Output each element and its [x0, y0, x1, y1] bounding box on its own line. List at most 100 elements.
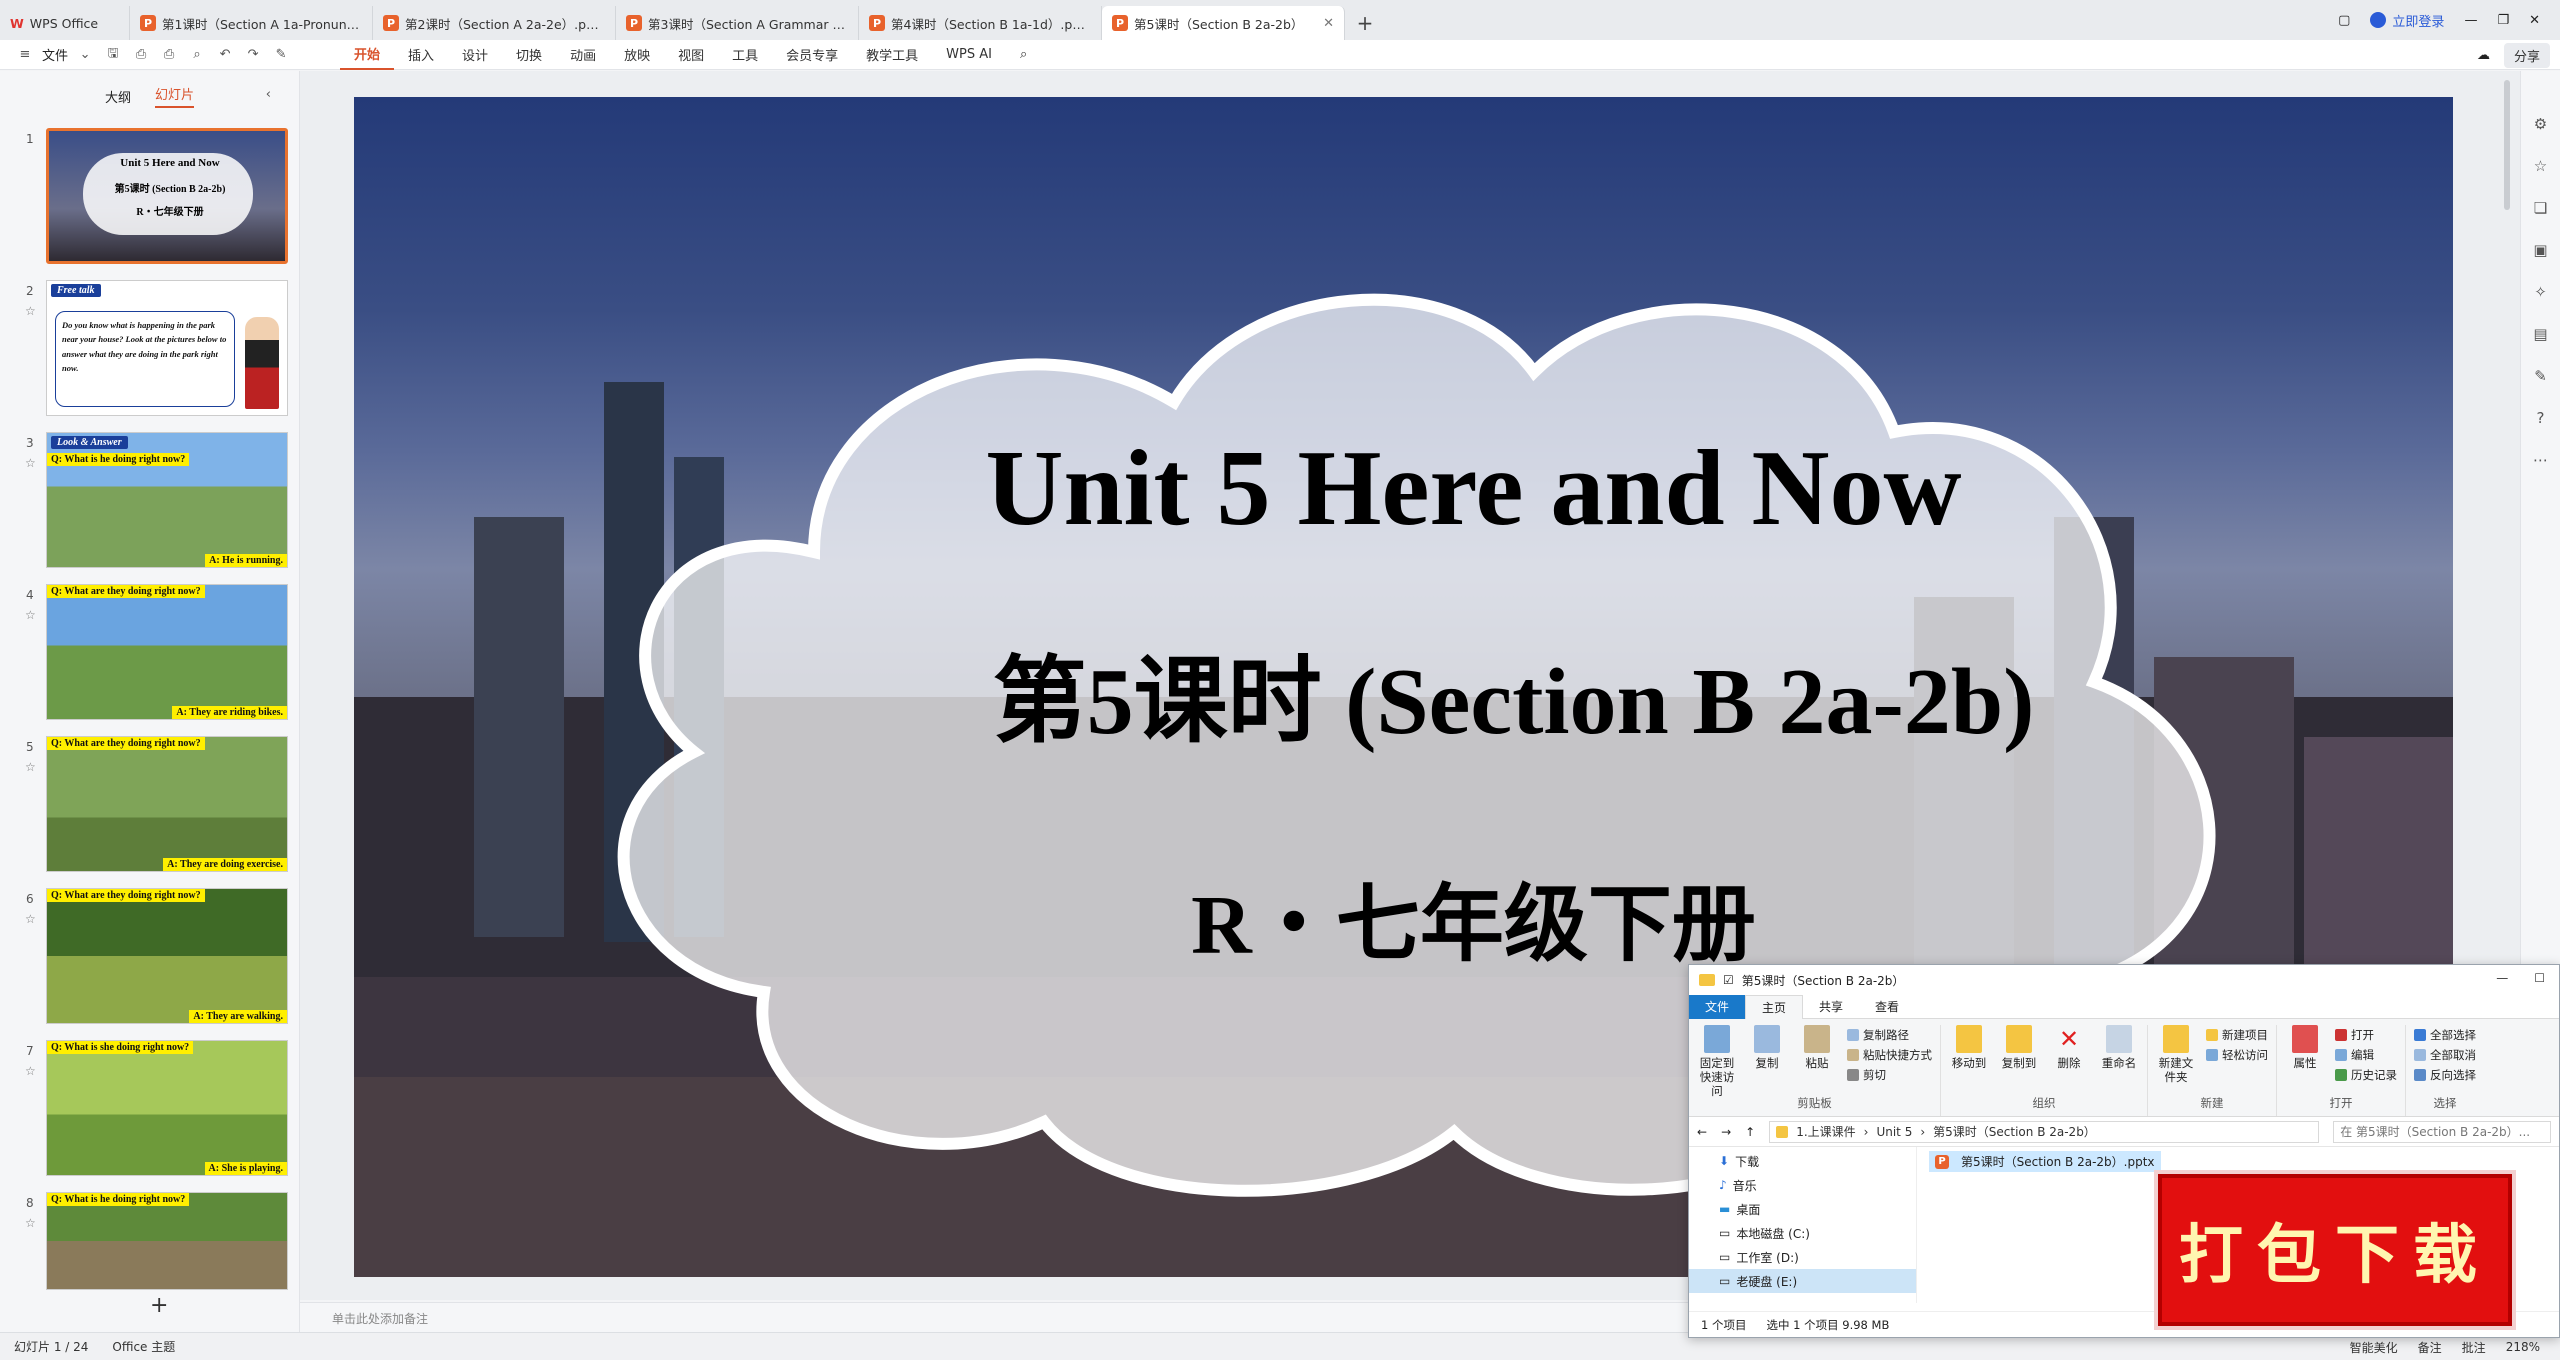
- history-button[interactable]: 历史记录: [2335, 1067, 2397, 1083]
- tab-document[interactable]: P 第3课时（Section A Grammar Focu: [616, 6, 859, 40]
- layout-icon[interactable]: ▤: [2533, 325, 2547, 343]
- open-button[interactable]: 打开: [2335, 1027, 2397, 1043]
- nav-item-music[interactable]: ♪ 音乐: [1689, 1173, 1916, 1197]
- redo-icon[interactable]: ↷: [242, 45, 264, 65]
- share-button[interactable]: 分享: [2503, 42, 2550, 68]
- notes-toggle[interactable]: 备注: [2418, 1339, 2442, 1356]
- download-package-button[interactable]: 打包下载: [2158, 1174, 2512, 1326]
- ribbon-tab-view[interactable]: 查看: [1859, 995, 1915, 1019]
- move-to-button[interactable]: 移动到: [1949, 1025, 1989, 1071]
- search-input[interactable]: 在 第5课时（Section B 2a-2b）...: [2333, 1120, 2551, 1143]
- breadcrumb-item[interactable]: 1.上课课件: [1796, 1123, 1855, 1140]
- image-icon[interactable]: ▣: [2533, 241, 2547, 259]
- undo-icon[interactable]: ↶: [214, 45, 236, 65]
- chevron-down-icon[interactable]: ⌄: [74, 45, 96, 65]
- magic-wand-icon[interactable]: ✧: [2534, 283, 2547, 301]
- tab-document[interactable]: P 第2课时（Section A 2a-2e）.pptx: [373, 6, 616, 40]
- up-icon[interactable]: ↑: [1745, 1125, 1755, 1139]
- comments-toggle[interactable]: 批注: [2462, 1339, 2486, 1356]
- thumbnail-row[interactable]: 4 ☆ Q: What are they doing right now? A:…: [0, 584, 300, 724]
- slide-thumbnail[interactable]: Q: What are they doing right now? A: The…: [46, 584, 288, 720]
- preview-icon[interactable]: ⌕: [186, 45, 208, 65]
- new-tab-button[interactable]: +: [1345, 6, 1385, 40]
- tab-slides[interactable]: 幻灯片: [155, 84, 195, 108]
- tab-document-active[interactable]: P 第5课时（Section B 2a-2b） ✕: [1102, 6, 1345, 40]
- maximize-icon[interactable]: ❐: [2497, 13, 2509, 28]
- slide-grade[interactable]: R・七年级下册: [354, 857, 2453, 978]
- file-menu[interactable]: 文件: [42, 45, 68, 64]
- save-icon[interactable]: 🖫: [102, 45, 124, 65]
- edit-button[interactable]: 编辑: [2335, 1047, 2397, 1063]
- breadcrumb-item[interactable]: 第5课时（Section B 2a-2b）: [1933, 1123, 2096, 1140]
- star-icon[interactable]: ☆: [25, 760, 36, 774]
- pin-quick-access-button[interactable]: 固定到快速访问: [1697, 1025, 1737, 1098]
- tab-outline[interactable]: 大纲: [105, 87, 131, 106]
- select-none-button[interactable]: 全部取消: [2414, 1047, 2476, 1063]
- close-icon[interactable]: ✕: [1323, 16, 1334, 31]
- star-icon[interactable]: ☆: [2534, 157, 2547, 175]
- copy-button[interactable]: 复制: [1747, 1025, 1787, 1071]
- slide-thumbnail[interactable]: Q: What is she doing right now? A: She i…: [46, 1040, 288, 1176]
- star-icon[interactable]: ☆: [25, 304, 36, 318]
- minimize-icon[interactable]: —: [2496, 971, 2508, 985]
- star-icon[interactable]: ☆: [25, 456, 36, 470]
- menu-tools[interactable]: 工具: [718, 40, 772, 70]
- slide-title[interactable]: Unit 5 Here and Now: [354, 427, 2453, 551]
- export-pdf-icon[interactable]: ⎙: [130, 45, 152, 65]
- smart-beautify-button[interactable]: 智能美化: [2350, 1339, 2398, 1356]
- star-icon[interactable]: ☆: [25, 1216, 36, 1230]
- nav-item-drive-e[interactable]: ▭ 老硬盘 (E:): [1689, 1269, 1916, 1293]
- tab-wps-home[interactable]: W WPS Office: [0, 6, 130, 40]
- thumbnail-row[interactable]: 7 ☆ Q: What is she doing right now? A: S…: [0, 1040, 300, 1180]
- tab-document[interactable]: P 第1课时（Section A 1a-Pronunciati: [130, 6, 373, 40]
- login-button[interactable]: 立即登录: [2370, 11, 2444, 30]
- menu-slideshow[interactable]: 放映: [610, 40, 664, 70]
- nav-item-drive-c[interactable]: ▭ 本地磁盘 (C:): [1689, 1221, 1916, 1245]
- new-item-button[interactable]: 新建项目: [2206, 1027, 2268, 1043]
- invert-selection-button[interactable]: 反向选择: [2414, 1067, 2476, 1083]
- delete-button[interactable]: ✕ 删除: [2049, 1025, 2089, 1071]
- print-icon[interactable]: ⎙: [158, 45, 180, 65]
- quick-access-icon[interactable]: ☑: [1723, 973, 1734, 987]
- add-slide-button[interactable]: +: [150, 1293, 168, 1318]
- menu-animation[interactable]: 动画: [556, 40, 610, 70]
- star-icon[interactable]: ☆: [25, 1064, 36, 1078]
- ribbon-tab-file[interactable]: 文件: [1689, 994, 1746, 1019]
- ribbon-tab-share[interactable]: 共享: [1803, 995, 1859, 1019]
- menu-member[interactable]: 会员专享: [772, 40, 852, 70]
- vertical-scrollbar[interactable]: [2504, 80, 2510, 210]
- zoom-level[interactable]: 218%: [2506, 1340, 2540, 1354]
- window-layout-icon[interactable]: ▢: [2338, 13, 2350, 28]
- address-bar[interactable]: 1.上课课件 › Unit 5 › 第5课时（Section B 2a-2b）: [1769, 1120, 2320, 1143]
- thumbnail-row[interactable]: 6 ☆ Q: What are they doing right now? A:…: [0, 888, 300, 1028]
- slide-thumbnail[interactable]: Q: What are they doing right now? A: The…: [46, 888, 288, 1024]
- forward-icon[interactable]: →: [1721, 1125, 1731, 1139]
- menu-home[interactable]: 开始: [340, 40, 395, 70]
- slide-thumbnail[interactable]: Free talk Do you know what is happening …: [46, 280, 288, 416]
- easy-access-button[interactable]: 轻松访问: [2206, 1047, 2268, 1063]
- properties-button[interactable]: 属性: [2285, 1025, 2325, 1071]
- nav-item-downloads[interactable]: ⬇ 下载: [1689, 1149, 1916, 1173]
- back-icon[interactable]: ←: [1697, 1125, 1707, 1139]
- maximize-icon[interactable]: ☐: [2534, 971, 2545, 985]
- star-icon[interactable]: ☆: [25, 608, 36, 622]
- cut-button[interactable]: 剪切: [1847, 1067, 1932, 1083]
- new-folder-button[interactable]: 新建文件夹: [2156, 1025, 2196, 1085]
- thumbnail-row[interactable]: 3 ☆ Look & Answer Q: What is he doing ri…: [0, 432, 300, 572]
- brush-icon[interactable]: ✎: [2534, 367, 2547, 385]
- more-icon[interactable]: ⋯: [2533, 451, 2548, 469]
- slide-subtitle[interactable]: 第5课时 (Section B 2a-2b): [354, 625, 2453, 761]
- thumbnail-row[interactable]: 1 Unit 5 Here and Now 第5课时 (Section B 2a…: [0, 128, 300, 268]
- tab-document[interactable]: P 第4课时（Section B 1a-1d）.pptx: [859, 6, 1102, 40]
- hamburger-icon[interactable]: ≡: [14, 45, 36, 65]
- rename-button[interactable]: 重命名: [2099, 1025, 2139, 1071]
- nav-item-desktop[interactable]: ▬ 桌面: [1689, 1197, 1916, 1221]
- format-painter-icon[interactable]: ✎: [270, 45, 292, 65]
- menu-view[interactable]: 视图: [664, 40, 718, 70]
- thumbnail-row[interactable]: 5 ☆ Q: What are they doing right now? A:…: [0, 736, 300, 876]
- minimize-icon[interactable]: —: [2464, 13, 2477, 28]
- copy-icon[interactable]: ❏: [2534, 199, 2547, 217]
- cloud-sync-icon[interactable]: ☁: [2477, 48, 2490, 63]
- thumbnail-row[interactable]: 2 ☆ Free talk Do you know what is happen…: [0, 280, 300, 420]
- ribbon-tab-home[interactable]: 主页: [1745, 994, 1804, 1019]
